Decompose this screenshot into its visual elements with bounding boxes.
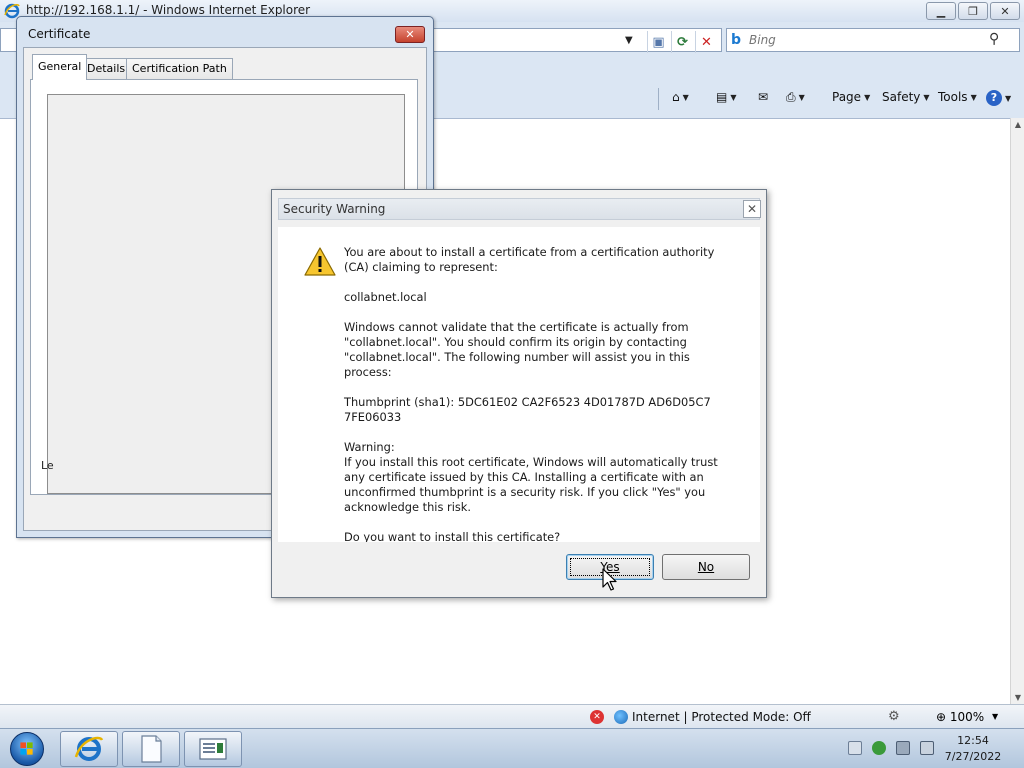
page-menu-label: Page — [832, 90, 862, 104]
address-dropdown-icon[interactable]: ▼ — [625, 35, 633, 46]
chevron-down-icon: ▼ — [1005, 93, 1012, 103]
search-box[interactable]: b ⚲ — [726, 28, 1020, 52]
taskbar: 12:54 7/27/2022 — [0, 728, 1024, 768]
scroll-down-icon[interactable]: ▼ — [1011, 693, 1024, 702]
tab-general[interactable]: General — [32, 54, 88, 80]
zoom-level[interactable]: ⊕ 100% — [936, 710, 984, 724]
search-icon[interactable]: ⚲ — [989, 31, 999, 47]
thumbprint: Thumbprint (sha1): 5DC61E02 CA2F6523 4D0… — [344, 395, 711, 424]
chevron-down-icon: ▼ — [798, 93, 805, 102]
safety-menu[interactable]: Safety ▼ — [882, 90, 930, 104]
windows-logo-icon — [20, 742, 33, 755]
no-button[interactable]: No — [662, 554, 750, 580]
print-button[interactable]: ⎙ ▼ — [786, 90, 805, 105]
zoom-value: 100% — [949, 710, 985, 724]
action-center-icon[interactable] — [848, 741, 862, 755]
security-shield-icon[interactable] — [872, 741, 886, 755]
security-zone[interactable]: Internet | Protected Mode: Off — [632, 710, 811, 724]
close-button[interactable]: ✕ — [743, 200, 761, 218]
security-warning-dialog: Security Warning ✕ You are about to inst… — [271, 189, 767, 598]
certificate-icon — [199, 738, 227, 760]
document-icon — [141, 735, 162, 763]
home-icon: ⌂ — [672, 90, 680, 104]
clock-date[interactable]: 7/27/2022 — [936, 750, 1010, 763]
chevron-down-icon[interactable]: ▼ — [992, 712, 998, 721]
taskbar-document[interactable] — [122, 731, 180, 767]
dialog-content: You are about to install a certificate f… — [278, 227, 760, 544]
window-title: http://192.168.1.1/ - Windows Internet E… — [26, 3, 311, 17]
warning-body: If you install this root certificate, Wi… — [344, 455, 718, 514]
home-button[interactable]: ⌂ ▼ — [672, 90, 689, 104]
warning-triangle-icon — [304, 247, 336, 276]
chevron-down-icon: ▼ — [730, 92, 737, 102]
warning-message: You are about to install a certificate f… — [344, 245, 740, 560]
close-icon: ✕ — [746, 202, 758, 216]
warning-block: Warning: If you install this root certif… — [344, 440, 740, 515]
tools-menu-label: Tools — [938, 90, 968, 104]
close-button[interactable]: ✕ — [395, 26, 425, 43]
maximize-button[interactable]: ❐ — [958, 2, 988, 20]
no-button-label: No — [697, 560, 715, 574]
close-window-button[interactable]: ✕ — [990, 2, 1020, 20]
feeds-button[interactable]: ▤ ▼ — [716, 90, 737, 104]
internet-explorer-icon — [74, 736, 104, 761]
minimize-icon: ▁ — [936, 4, 946, 18]
volume-muted-icon[interactable] — [920, 741, 934, 755]
help-menu[interactable]: ? ▼ — [986, 90, 1011, 106]
warning-heading: Warning: — [344, 440, 395, 454]
minimize-button[interactable]: ▁ — [926, 2, 956, 20]
dialog-titlebar-inner: Security Warning ✕ — [278, 198, 761, 220]
mouse-cursor-icon — [602, 568, 617, 591]
start-button[interactable] — [2, 730, 52, 768]
zoom-icon: ⊕ — [936, 710, 947, 724]
system-tray: 12:54 7/27/2022 — [840, 729, 1024, 768]
taskbar-internet-explorer[interactable] — [60, 731, 118, 767]
dialog-titlebar[interactable]: Security Warning ✕ — [272, 190, 766, 227]
tab-details[interactable]: Details — [81, 58, 132, 80]
ca-name: collabnet.local — [344, 290, 427, 304]
close-icon: ✕ — [1000, 4, 1010, 18]
rss-icon: ▤ — [716, 90, 728, 104]
stop-icon[interactable]: ✕ — [695, 31, 717, 53]
learn-more-link[interactable]: Le — [41, 459, 54, 472]
restore-icon: ❐ — [968, 4, 978, 18]
settings-icon[interactable]: ⚙ — [888, 709, 900, 724]
globe-icon — [614, 710, 628, 724]
scroll-up-icon[interactable]: ▲ — [1011, 120, 1024, 129]
safety-menu-label: Safety — [882, 90, 921, 104]
dialog-footer: Yes No — [278, 542, 760, 594]
printer-icon: ⎙ — [786, 90, 796, 104]
dialog-title: Security Warning — [283, 202, 386, 216]
clock-time[interactable]: 12:54 — [936, 734, 1010, 747]
read-mail-button[interactable]: ✉ — [758, 90, 768, 104]
refresh-icon[interactable]: ⟳ — [671, 31, 693, 53]
vertical-scrollbar[interactable]: ▲ ▼ — [1010, 118, 1024, 704]
windows-start-orb — [10, 732, 44, 766]
tools-menu[interactable]: Tools ▼ — [938, 90, 977, 104]
compatibility-view-icon[interactable]: ▣ — [647, 31, 669, 53]
tab-certification-path[interactable]: Certification Path — [126, 58, 233, 80]
bing-icon: b — [731, 32, 742, 48]
network-icon[interactable] — [896, 741, 910, 755]
page-menu[interactable]: Page ▼ — [832, 90, 870, 104]
help-icon: ? — [986, 90, 1002, 106]
chevron-down-icon: ▼ — [923, 92, 930, 102]
taskbar-certificate[interactable] — [184, 731, 242, 767]
status-bar: ✕ Internet | Protected Mode: Off ⚙ ⊕ 100… — [0, 704, 1024, 728]
chevron-down-icon: ▼ — [970, 92, 977, 102]
dialog-title: Certificate — [28, 27, 91, 41]
search-input[interactable] — [749, 33, 979, 47]
intro-text: You are about to install a certificate f… — [344, 245, 715, 274]
close-icon: ✕ — [405, 28, 415, 41]
popup-blocked-icon[interactable]: ✕ — [590, 710, 604, 724]
mail-icon: ✉ — [758, 90, 769, 104]
chevron-down-icon: ▼ — [864, 92, 871, 102]
chevron-down-icon: ▼ — [682, 92, 689, 102]
validation-note: Windows cannot validate that the certifi… — [344, 320, 690, 379]
command-bar-separator — [658, 88, 659, 110]
